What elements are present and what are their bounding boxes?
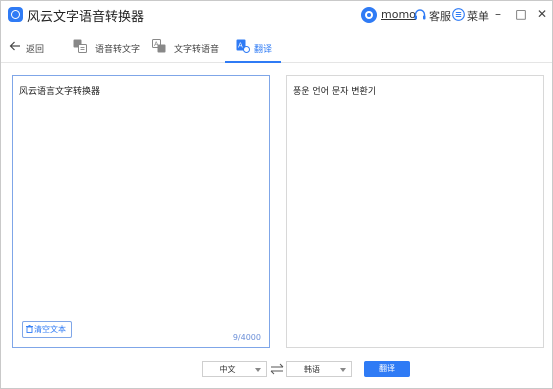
tab-label: 翻译 [254, 45, 273, 55]
user-avatar[interactable] [361, 7, 377, 23]
speech-to-text-icon [73, 39, 87, 53]
maximize-button[interactable]: □ [514, 7, 528, 21]
app-logo-icon [8, 7, 23, 22]
title-bar: 风云文字语音转换器 momo 客服 菜单 – □ ✕ [1, 1, 552, 29]
translation-result-text: 풍운 언어 문자 변환기 [293, 87, 377, 97]
translation-result-panel[interactable]: 풍운 언어 문자 변환기 [286, 75, 544, 348]
source-language-value: 中文 [219, 365, 236, 374]
source-language-select[interactable]: 中文 [202, 361, 267, 377]
svg-text:A: A [238, 42, 243, 50]
swap-languages-icon[interactable] [270, 362, 284, 376]
char-count: 9/4000 [232, 333, 261, 342]
app-window: 风云文字语音转换器 momo 客服 菜单 – □ ✕ 返回 语音转文字 A 文字… [0, 0, 553, 389]
customer-service-link[interactable]: 客服 [429, 8, 451, 24]
headset-icon[interactable] [413, 8, 427, 22]
translate-button[interactable]: 翻译 [364, 361, 410, 377]
username-link[interactable]: momo [381, 8, 416, 21]
source-text-panel[interactable]: 风云语言文字转换器 清空文本 9/4000 [12, 75, 270, 348]
tab-translate[interactable]: A 翻译 [236, 32, 276, 62]
source-text-input[interactable]: 风云语言文字转换器 [19, 84, 100, 97]
clear-text-button[interactable]: 清空文本 [22, 321, 72, 338]
close-button[interactable]: ✕ [535, 7, 549, 21]
app-title: 风云文字语音转换器 [27, 10, 145, 25]
arrow-left-icon [9, 41, 20, 51]
menu-icon[interactable] [452, 8, 465, 21]
chevron-down-icon [340, 368, 346, 372]
translate-icon: A [236, 39, 250, 53]
menu-link[interactable]: 菜单 [467, 8, 489, 24]
back-label: 返回 [26, 45, 45, 55]
trash-icon [26, 325, 33, 333]
tab-speech-to-text[interactable]: 语音转文字 [73, 32, 141, 62]
active-tab-indicator [225, 61, 281, 63]
target-language-value: 韩语 [304, 365, 320, 374]
back-button[interactable]: 返回 [9, 32, 49, 62]
tab-text-to-speech[interactable]: A 文字转语音 [152, 32, 220, 62]
minimize-button[interactable]: – [491, 7, 505, 21]
target-language-select[interactable]: 韩语 [286, 361, 352, 377]
clear-text-label: 清空文本 [34, 325, 66, 334]
text-to-speech-icon: A [152, 39, 166, 53]
tab-label: 语音转文字 [95, 45, 141, 55]
nav-bar: 返回 语音转文字 A 文字转语音 A 翻译 [1, 32, 552, 63]
tab-label: 文字转语音 [174, 45, 220, 55]
chevron-down-icon [255, 368, 261, 372]
